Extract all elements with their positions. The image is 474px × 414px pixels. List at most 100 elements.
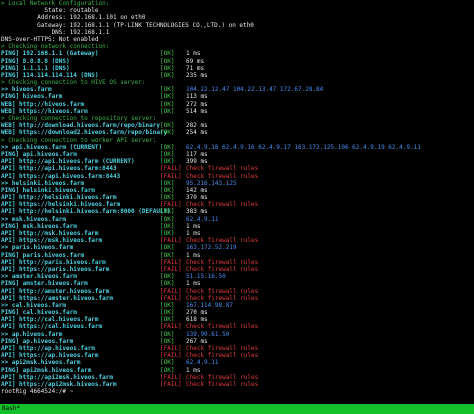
terminal-line: API] https://api2msk.hiveos.farm [FAIL] Ch… — [0, 381, 474, 388]
line-label: WEB] http://hiveos.farm — [1, 100, 85, 108]
line-label: Address: 192.168.1.101 on eth0 — [1, 14, 146, 22]
line-result: Check firewall rules — [186, 201, 259, 209]
line-result: Check firewall rules — [186, 237, 259, 245]
line-label: > Checking connection to HIVE OS server: — [1, 79, 146, 87]
line-result: 51.15.16.50 — [186, 273, 226, 281]
terminal-line: PING] api.hiveos.farm [OK] 117 ms — [0, 151, 474, 158]
line-label: API] http://amster.hiveos.farm — [1, 287, 110, 295]
line-label: rootRig 4664524:/# ~ — [1, 388, 74, 396]
line-result: 235 ms — [186, 71, 208, 79]
terminal-line: PING] cal.hiveos.farm [OK] 270 ms — [0, 309, 474, 316]
terminal-line: > Local Network Configuration: — [0, 0, 474, 7]
line-status: [OK] — [160, 330, 175, 338]
terminal-line: >> api.hiveos.farm (CURRENT) [OK] 62.4.9.1… — [0, 144, 474, 151]
line-status: [FAIL] — [160, 373, 182, 381]
terminal-line: >> amster.hiveos.farm [OK] 51.15.16.50 — [0, 273, 474, 280]
line-result: Check firewall rules — [186, 323, 259, 331]
line-status: [OK] — [160, 230, 175, 237]
line-label: >> cal.hiveos.farm — [1, 301, 67, 309]
line-status: [FAIL] — [160, 294, 182, 302]
line-status: [OK] — [160, 316, 175, 324]
line-result: 383 ms — [186, 208, 208, 216]
terminal-line: DNS: 192.168.1.1 — [0, 29, 474, 36]
line-result: 1 ms — [186, 251, 201, 259]
line-label: >> paris.hiveos.farm — [1, 244, 74, 252]
line-status: [OK] — [160, 273, 175, 281]
terminal-line: PING] 1.1.1.1 (DNS) [OK] 71 ms — [0, 65, 474, 72]
line-status: [FAIL] — [160, 172, 182, 180]
line-result: 117 ms — [186, 150, 208, 158]
terminal-line: WEB] https://download2.hiveos.farm/repo/… — [0, 129, 474, 136]
line-result: 399 ms — [186, 158, 208, 166]
line-status: [OK] — [160, 93, 175, 101]
line-result: Check firewall rules — [186, 172, 259, 180]
terminal-line: > Checking connection to worker API serv… — [0, 137, 474, 144]
line-result: 618 ms — [186, 316, 208, 324]
line-result: 1 ms — [186, 50, 201, 58]
line-status: [OK] — [160, 366, 175, 374]
terminal-line: > Checking connection to HIVE OS server: — [0, 79, 474, 86]
line-label: PING] 114.114.114.114 (DNS) — [1, 71, 99, 79]
line-status: [OK] — [160, 143, 175, 151]
line-result: 139.99.61.50 — [186, 330, 230, 338]
line-status: [OK] — [160, 301, 175, 309]
terminal-line: >> ap.hiveos.farm [OK] 139.99.61.50 — [0, 331, 474, 338]
line-result: Check firewall rules — [186, 373, 259, 381]
terminal-line: State: routable — [0, 7, 474, 14]
line-result: 69 ms — [186, 57, 205, 65]
line-status: [OK] — [160, 337, 175, 345]
line-label: API] https://amster.hiveos.farm — [1, 294, 113, 302]
terminal-line: WEB] http://download.hiveos.farm/repo/bi… — [0, 122, 474, 129]
line-result: Check firewall rules — [186, 352, 259, 360]
line-status: [OK] — [160, 50, 175, 58]
terminal-line: DNS-over-HTTPS: Not enabled — [0, 36, 474, 43]
line-label: PING] 192.168.1.1 (Gateway) — [1, 50, 99, 58]
line-label: API] https://helsinki.hiveos.farm — [1, 201, 121, 209]
terminal-line: Address: 192.168.1.101 on eth0 — [0, 14, 474, 21]
terminal-line: PING] msk.hiveos.farm [OK] 1 ms — [0, 223, 474, 230]
line-label: >> api2msk.hiveos.farm — [1, 359, 81, 367]
line-result: 113 ms — [186, 93, 208, 101]
line-status: [OK] — [160, 280, 175, 288]
line-result: 1 ms — [186, 222, 201, 230]
terminal-line: API] http://helsinki.hiveos.farm:8000 (D… — [0, 208, 474, 215]
line-label: > Checking network connection: — [1, 43, 110, 51]
line-label: > Checking connection to worker API serv… — [1, 136, 157, 144]
terminal-line: >> msk.hiveos.farm [OK] 62.4.9.11 — [0, 216, 474, 223]
terminal-line: PING] 114.114.114.114 (DNS) [OK] 235 ms — [0, 72, 474, 79]
line-result: 1 ms — [186, 280, 201, 288]
terminal-output[interactable]: > Local Network Configuration: State: ro… — [0, 0, 474, 404]
terminal-line: API] https://ap.hiveos.farm [FAIL] Check f… — [0, 352, 474, 359]
line-status: [OK] — [160, 122, 175, 130]
line-status: [OK] — [160, 251, 175, 259]
terminal-line: PING] paris.hiveos.farm [OK] 1 ms — [0, 252, 474, 259]
line-result: 95.216.143.125 — [186, 179, 237, 187]
terminal-line: API] https://paris.hiveos.farm [FAIL] Chec… — [0, 266, 474, 273]
line-label: > Local Network Configuration: — [1, 0, 110, 7]
line-result: 167.114.98.87 — [186, 301, 233, 309]
line-label: API] https://api2msk.hiveos.farm — [1, 380, 117, 388]
terminal-line: rootRig 4664524:/# ~ — [0, 388, 474, 395]
terminal-line: PING] 192.168.1.1 (Gateway) [OK] 1 ms — [0, 50, 474, 57]
line-result: Check firewall rules — [186, 265, 259, 273]
line-label: API] http://api.hiveos.farm:8443 — [1, 165, 117, 173]
line-result: 514 ms — [186, 107, 208, 115]
terminal-line: API] http://api2msk.hiveos.farm [FAIL] Che… — [0, 374, 474, 381]
line-status: [FAIL] — [160, 265, 182, 273]
line-status: [OK] — [160, 222, 175, 230]
line-result: 270 ms — [186, 309, 208, 317]
line-label: PING] amster.hiveos.farm — [1, 280, 88, 288]
line-label: PING] paris.hiveos.farm — [1, 251, 85, 259]
line-status: [OK] — [160, 86, 175, 94]
line-status: [OK] — [160, 57, 175, 65]
line-status: [FAIL] — [160, 258, 182, 266]
line-status: [FAIL] — [160, 345, 182, 352]
line-status: [OK] — [160, 107, 175, 115]
line-status: [OK] — [160, 71, 175, 79]
line-status: [FAIL] — [160, 323, 182, 331]
line-label: >> hiveos.farm — [1, 86, 52, 94]
terminal-line: API] http://api.hiveos.farm (CURRENT) [OK… — [0, 158, 474, 165]
line-status: [OK] — [160, 64, 175, 72]
terminal-line: >> helsinki.hiveos.farm [OK] 95.216.143.12… — [0, 180, 474, 187]
line-label: DNS-over-HTTPS: Not enabled — [1, 35, 99, 43]
